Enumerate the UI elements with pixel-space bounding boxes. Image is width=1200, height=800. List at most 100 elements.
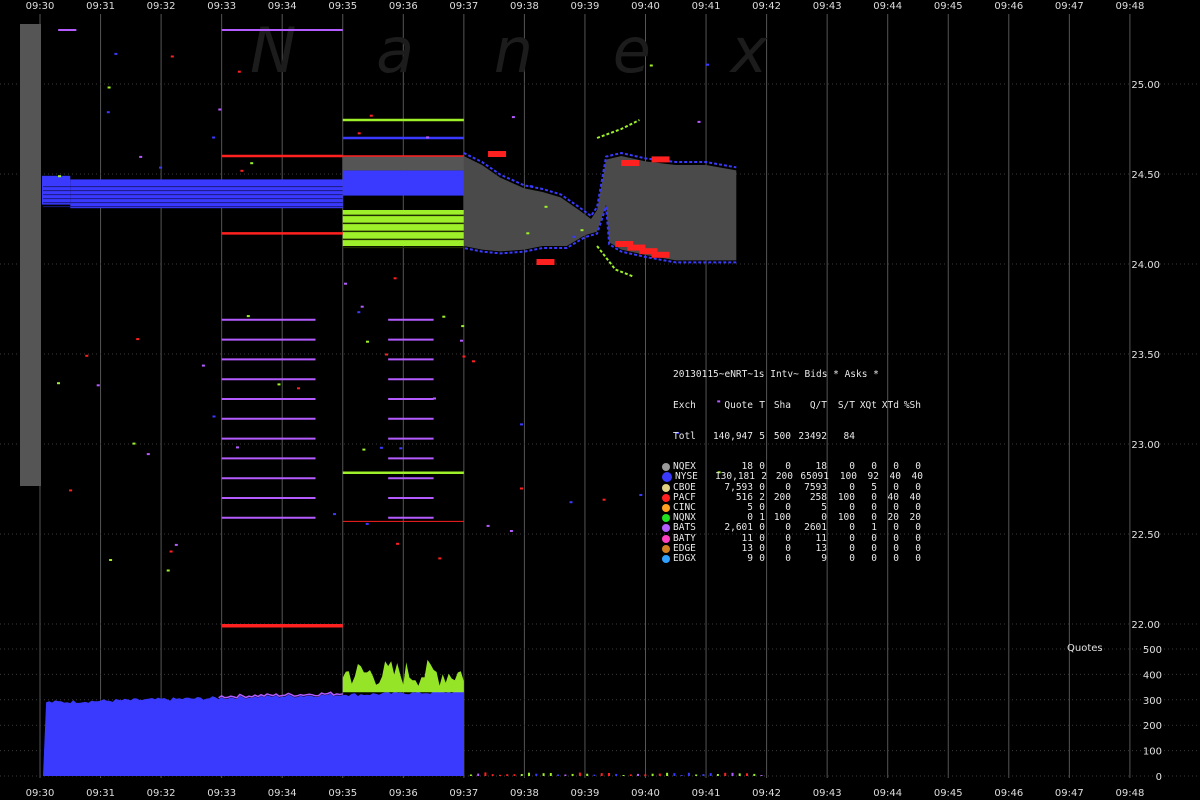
quote-tick — [369, 114, 373, 117]
legend-header-cell: Q/T — [809, 400, 827, 412]
x-tick-label-bottom: 09:45 — [934, 788, 963, 799]
x-tick-label-bottom: 09:35 — [328, 788, 357, 799]
volume-tick — [716, 774, 719, 776]
legend-value: 5 — [747, 501, 753, 513]
volume-tick — [644, 774, 647, 776]
quote-tick — [399, 447, 403, 450]
x-tick-label-bottom: 09:34 — [268, 788, 297, 799]
quote-tick — [146, 453, 150, 456]
x-tick-label-top: 09:30 — [26, 1, 55, 12]
quote-tick — [297, 387, 300, 390]
quote-tick — [486, 524, 490, 527]
volume-tick — [622, 775, 625, 776]
volume-tick-label: 400 — [1143, 670, 1162, 681]
x-tick-label-bottom: 09:32 — [147, 788, 176, 799]
volume-tick — [637, 773, 639, 776]
x-tick-label-bottom: 09:31 — [86, 788, 115, 799]
legend-value: 0 — [893, 552, 899, 564]
quote-tick — [174, 543, 178, 546]
x-tick-label-bottom: 09:30 — [26, 788, 55, 799]
legend-row: BATY 11 0 0 11 0 0 0 0 — [662, 533, 923, 544]
volume-tick — [528, 772, 530, 776]
x-tick-label-top: 09:45 — [934, 1, 963, 12]
quote-tick — [569, 501, 573, 504]
opening-range-bar — [20, 24, 41, 486]
price-tick-label: 22.50 — [1131, 530, 1160, 541]
volume-tick — [506, 774, 509, 776]
volume-tick — [724, 772, 727, 776]
legend-row: EDGE 13 0 0 13 0 0 0 0 — [662, 543, 923, 554]
pacf-cluster — [651, 251, 670, 258]
volume-tick — [666, 772, 669, 776]
legend-row: NYSE 130,181 2 200 65091 100 92 40 40 — [662, 472, 923, 483]
legend-row: PACF 516 2 200 258 100 0 40 40 — [662, 492, 923, 503]
legend-marker — [662, 534, 670, 543]
price-tick-label: 25.00 — [1131, 80, 1160, 91]
volume-tick-label: 0 — [1156, 772, 1162, 783]
legend-marker — [662, 504, 670, 513]
volume-tick — [535, 773, 538, 776]
spread-area — [463, 156, 737, 261]
x-tick-label-top: 09:38 — [510, 1, 539, 12]
quote-tick — [277, 383, 281, 386]
x-tick-label-top: 09:41 — [692, 1, 721, 12]
legend-row: CINC 5 0 0 5 0 0 0 0 — [662, 501, 923, 513]
quote-tick — [602, 498, 606, 501]
quote-tick — [511, 116, 515, 119]
quote-tick — [246, 315, 250, 318]
price-axis-labels: 25.00 24.50 24.00 23.50 23.00 22.50 22.00 — [1131, 80, 1160, 631]
x-tick-label-top: 09:36 — [389, 1, 418, 12]
quote-tick — [649, 64, 653, 67]
x-tick-label-bottom: 09:46 — [994, 788, 1023, 799]
volume-axis-title: Quotes — [1067, 643, 1103, 654]
quote-tick — [362, 448, 366, 451]
volume-tick — [520, 774, 523, 776]
x-tick-label-top: 09:37 — [449, 1, 478, 12]
quote-tick — [393, 277, 397, 280]
quote-tick — [136, 338, 140, 341]
legend-value: 0 — [759, 552, 765, 564]
spread-band — [342, 156, 464, 171]
volume-tick — [615, 773, 618, 776]
quote-tick — [461, 325, 465, 328]
volume-tick — [586, 773, 589, 776]
quote-tick — [107, 86, 111, 89]
legend-total-cell: 84 — [843, 430, 855, 442]
price-tick-label: 24.50 — [1131, 170, 1160, 181]
legend-header-cell: Quote — [724, 400, 753, 412]
quote-tick — [344, 282, 347, 285]
legend-row: EDGX 9 0 0 9 0 0 0 0 — [662, 552, 923, 564]
quote-tick — [396, 542, 400, 545]
price-tick-label: 24.00 — [1131, 260, 1160, 271]
legend-spacer — [662, 402, 670, 410]
volume-tick — [564, 774, 567, 776]
legend-marker — [662, 514, 670, 523]
quote-tick — [114, 52, 118, 55]
quote-tick — [170, 55, 174, 58]
quote-tick — [201, 364, 205, 367]
quote-tick — [426, 136, 430, 139]
legend-value: 9 — [821, 552, 827, 564]
nyse-band — [342, 170, 464, 196]
quote-tick — [139, 155, 143, 158]
nyse-band — [70, 179, 343, 209]
volume-tick — [513, 774, 516, 776]
x-tick-label-bottom: 09:44 — [873, 788, 902, 799]
volume-tick — [499, 774, 501, 776]
volume-tick — [600, 773, 603, 776]
volume-tick — [477, 773, 480, 776]
legend-value: 0 — [759, 522, 765, 534]
x-tick-label-top: 09:34 — [268, 1, 297, 12]
quote-tick — [442, 315, 446, 318]
data-marks — [20, 24, 763, 776]
legend-value: 0 — [915, 552, 921, 564]
volume-tick — [760, 775, 763, 776]
volume-area — [342, 692, 464, 776]
x-tick-label-top: 09:47 — [1055, 1, 1084, 12]
legend-marker — [662, 493, 670, 502]
quote-tick — [169, 550, 173, 553]
volume-tick — [571, 773, 574, 776]
quote-tick — [106, 111, 110, 114]
volume-tick — [687, 772, 690, 776]
volume-tick — [651, 773, 654, 776]
